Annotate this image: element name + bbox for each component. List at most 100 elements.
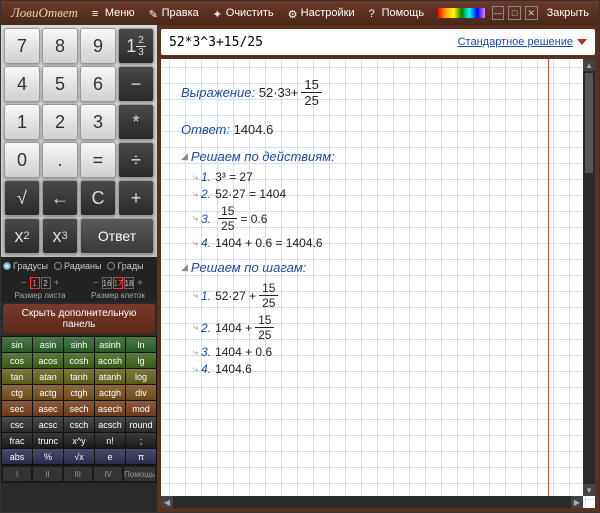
key-dot[interactable]: . (42, 142, 78, 178)
maximize-button[interactable]: □ (508, 6, 521, 20)
func-acsc[interactable]: acsc (33, 417, 63, 432)
scroll-up-icon[interactable]: ▲ (583, 59, 595, 71)
key-1[interactable]: 1 (4, 104, 40, 140)
key-multiply[interactable]: * (118, 104, 154, 140)
func-ctg[interactable]: ctg (2, 385, 32, 400)
close-button[interactable]: ✕ (525, 6, 538, 20)
func-x^y[interactable]: x^y (64, 433, 94, 448)
func-√x[interactable]: √x (64, 449, 94, 464)
solution-step: ⤷1. 52·27 + 1525 (193, 281, 335, 310)
key-plus[interactable]: + (118, 180, 154, 216)
func-sinh[interactable]: sinh (64, 337, 94, 352)
key-divide[interactable]: ÷ (118, 142, 154, 178)
key-4[interactable]: 4 (4, 66, 40, 102)
scrollbar-vertical[interactable]: ▲▼ (583, 59, 595, 496)
key-3[interactable]: 3 (80, 104, 116, 140)
key-9[interactable]: 9 (80, 28, 116, 64)
func-acsch[interactable]: acsch (95, 417, 125, 432)
hide-panel-button[interactable]: Скрыть дополнительную панель (3, 304, 155, 334)
func-n![interactable]: n! (95, 433, 125, 448)
key-fraction[interactable]: 123 (118, 28, 154, 64)
sheet-plus[interactable]: + (52, 278, 62, 289)
func-e[interactable]: e (95, 449, 125, 464)
func-asec[interactable]: asec (33, 401, 63, 416)
func-atanh[interactable]: atanh (95, 369, 125, 384)
bottom-III[interactable]: III (64, 467, 92, 481)
func-ctgh[interactable]: ctgh (64, 385, 94, 400)
close-text-button[interactable]: Закрыть (541, 5, 595, 21)
sheet-val-1[interactable]: 1 (30, 277, 40, 289)
menu-button[interactable]: ≡Меню (86, 5, 141, 21)
func-actg[interactable]: actg (33, 385, 63, 400)
key-minus[interactable]: − (118, 66, 154, 102)
key-answer[interactable]: Ответ (80, 218, 154, 254)
cell-minus[interactable]: − (91, 278, 101, 289)
func-asinh[interactable]: asinh (95, 337, 125, 352)
func-trunc[interactable]: trunc (33, 433, 63, 448)
key-x2[interactable]: x2 (4, 218, 40, 254)
func-round[interactable]: round (126, 417, 156, 432)
radio-radians[interactable]: Радианы (54, 261, 101, 271)
rainbow-decoration (438, 8, 485, 18)
func-acos[interactable]: acos (33, 353, 63, 368)
func-;[interactable]: ; (126, 433, 156, 448)
key-8[interactable]: 8 (42, 28, 78, 64)
func-ln[interactable]: ln (126, 337, 156, 352)
func-sin[interactable]: sin (2, 337, 32, 352)
key-5[interactable]: 5 (42, 66, 78, 102)
radio-degrees[interactable]: Градусы (3, 261, 48, 271)
key-equals[interactable]: = (80, 142, 116, 178)
scroll-down-icon[interactable]: ▼ (583, 484, 595, 496)
func-asin[interactable]: asin (33, 337, 63, 352)
func-cos[interactable]: cos (2, 353, 32, 368)
key-6[interactable]: 6 (80, 66, 116, 102)
func-csc[interactable]: csc (2, 417, 32, 432)
key-7[interactable]: 7 (4, 28, 40, 64)
edit-button[interactable]: ✎Правка (143, 5, 205, 21)
key-x3[interactable]: x3 (42, 218, 78, 254)
clear-button[interactable]: ✦Очистить (207, 5, 280, 21)
func-log[interactable]: log (126, 369, 156, 384)
scrollbar-horizontal[interactable]: ◀▶ (161, 496, 583, 508)
bottom-Помощь[interactable]: Помощь (124, 467, 155, 481)
func-csch[interactable]: csch (64, 417, 94, 432)
key-0[interactable]: 0 (4, 142, 40, 178)
func-acosh[interactable]: acosh (95, 353, 125, 368)
func-abs[interactable]: abs (2, 449, 32, 464)
bottom-I[interactable]: I (3, 467, 31, 481)
func-tanh[interactable]: tanh (64, 369, 94, 384)
func-cosh[interactable]: cosh (64, 353, 94, 368)
scroll-thumb[interactable] (585, 73, 593, 173)
scroll-right-icon[interactable]: ▶ (571, 496, 583, 508)
minimize-button[interactable]: — (492, 6, 505, 20)
bottom-II[interactable]: II (33, 467, 61, 481)
key-backspace[interactable]: ← (42, 180, 78, 216)
func-sec[interactable]: sec (2, 401, 32, 416)
radio-grads[interactable]: Грады (107, 261, 143, 271)
sheet-minus[interactable]: − (19, 278, 29, 289)
help-button[interactable]: ?Помощь (363, 5, 431, 21)
func-%[interactable]: % (33, 449, 63, 464)
func-asech[interactable]: asech (95, 401, 125, 416)
func-atan[interactable]: atan (33, 369, 63, 384)
func-actgh[interactable]: actgh (95, 385, 125, 400)
key-clear[interactable]: C (80, 180, 116, 216)
scroll-left-icon[interactable]: ◀ (161, 496, 173, 508)
solution-type-link[interactable]: Стандартное решение (458, 36, 573, 48)
sheet-val-2[interactable]: 2 (41, 277, 51, 289)
solution-panel: Стандартное решение Выражение: 52·33+152… (157, 25, 599, 512)
func-π[interactable]: π (126, 449, 156, 464)
settings-button[interactable]: ⚙Настройки (282, 5, 361, 21)
func-frac[interactable]: frac (2, 433, 32, 448)
cell-plus[interactable]: + (135, 278, 145, 289)
func-tan[interactable]: tan (2, 369, 32, 384)
func-div[interactable]: div (126, 385, 156, 400)
bottom-IV[interactable]: IV (94, 467, 122, 481)
key-sqrt[interactable]: √ (4, 180, 40, 216)
key-2[interactable]: 2 (42, 104, 78, 140)
dropdown-icon[interactable] (577, 39, 587, 45)
expression-input[interactable] (169, 35, 458, 50)
func-sech[interactable]: sech (64, 401, 94, 416)
func-lg[interactable]: lg (126, 353, 156, 368)
func-mod[interactable]: mod (126, 401, 156, 416)
